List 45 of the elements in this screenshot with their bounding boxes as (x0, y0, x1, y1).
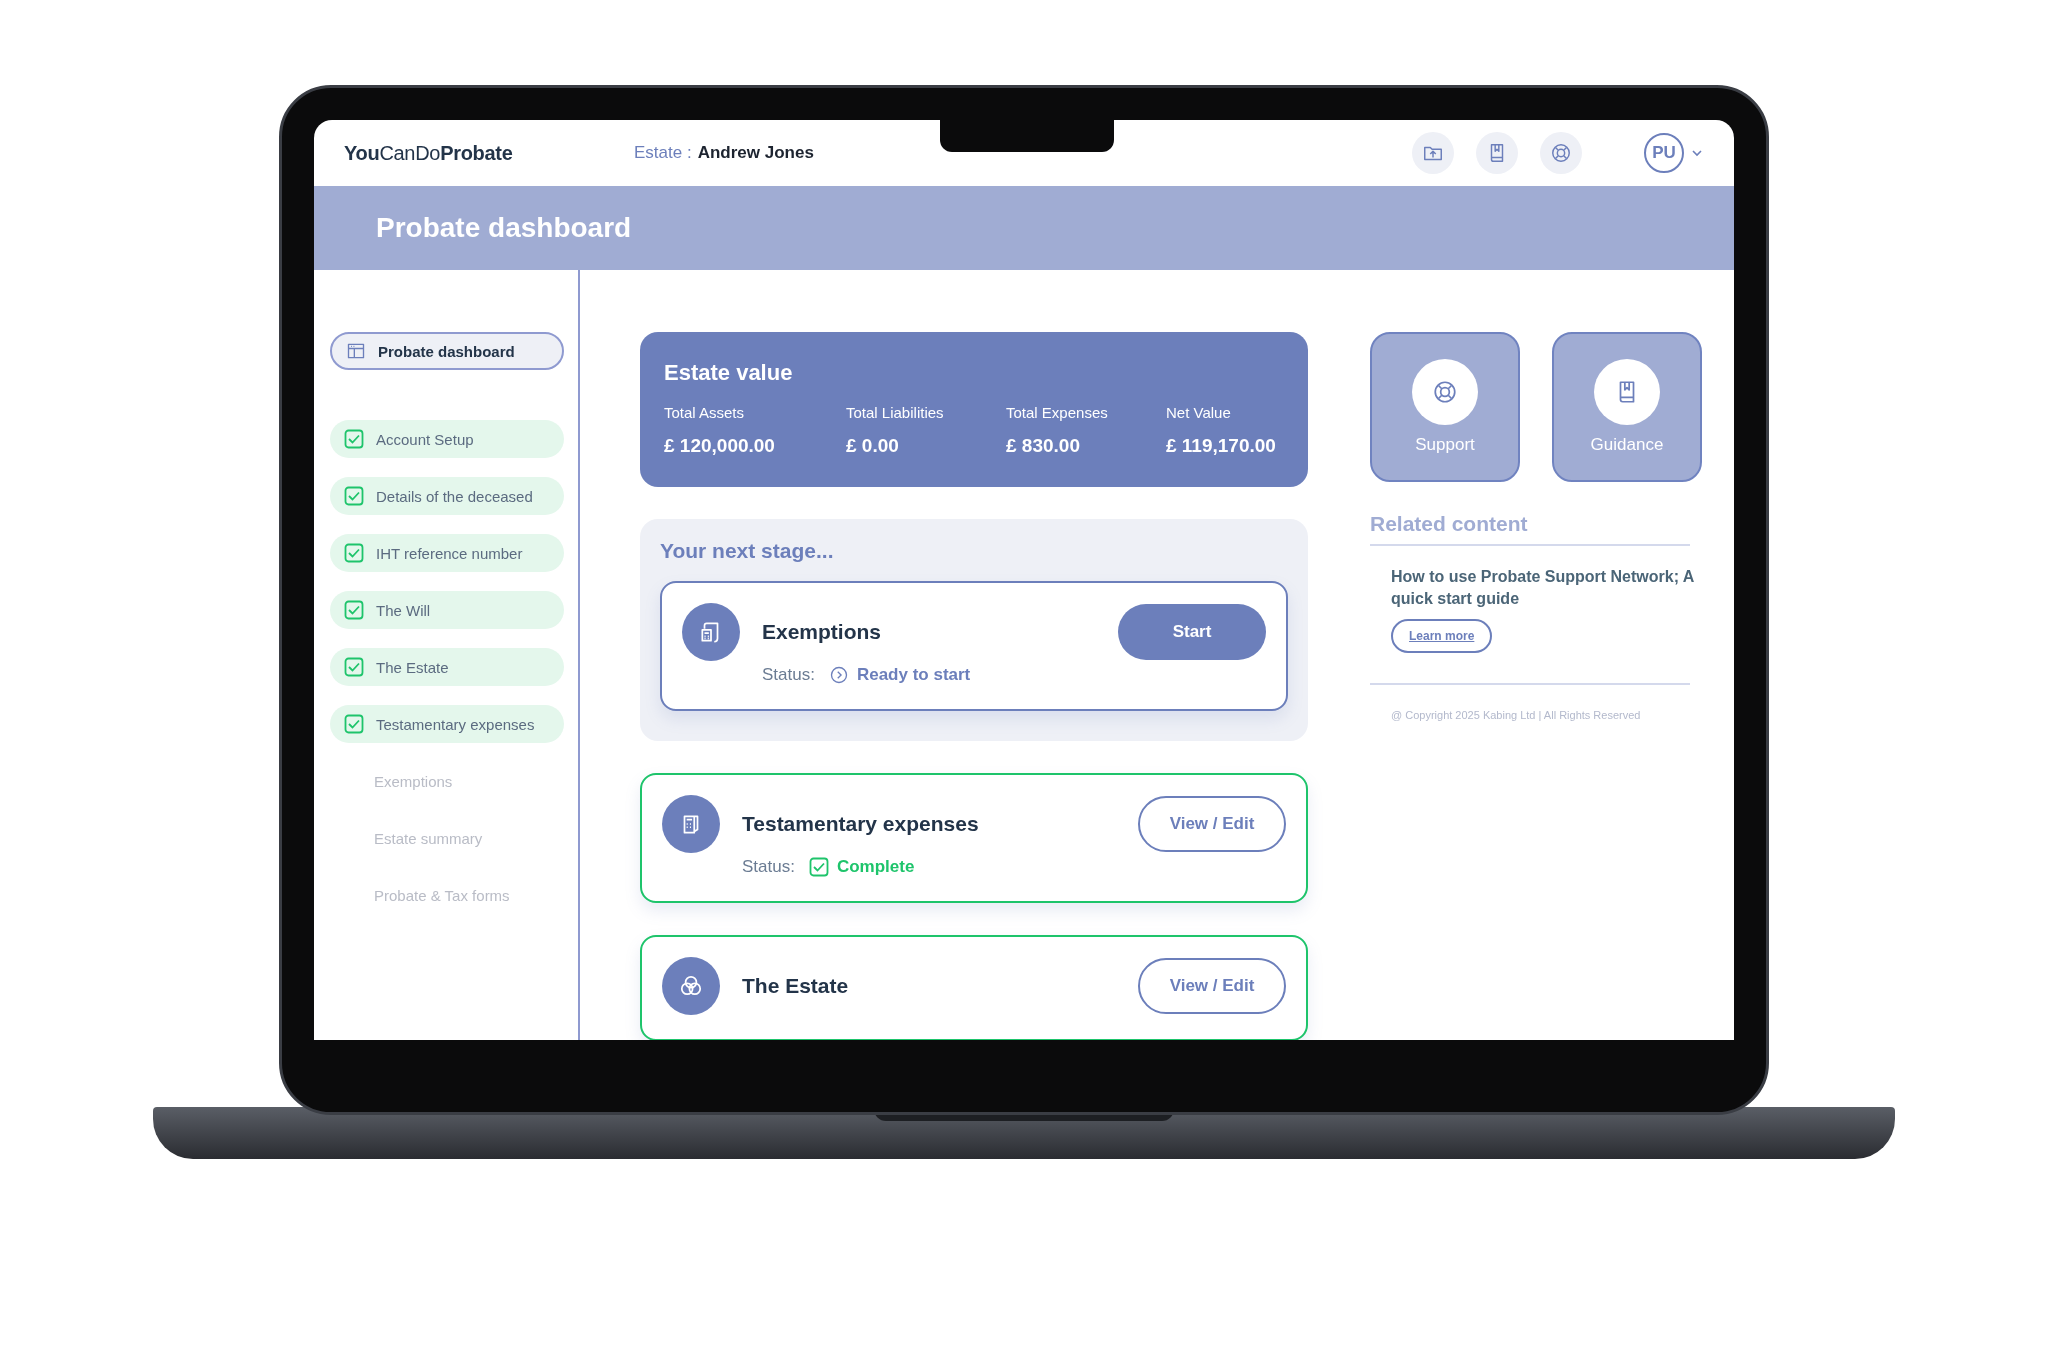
stat-label: Net Value (1166, 404, 1232, 421)
stage-action-button[interactable]: View / Edit (1138, 796, 1286, 852)
dashboard-icon (346, 341, 366, 361)
copyright-text: @ Copyright 2025 Kabing Ltd | All Rights Reserved (1391, 709, 1642, 722)
status-label: Status: (762, 665, 815, 685)
stage-title: The Estate (742, 974, 849, 998)
sidebar-item[interactable]: The Will (330, 591, 564, 629)
status-label: Status: (742, 857, 795, 877)
lifebuoy-icon (1432, 379, 1458, 405)
estate-name: Andrew Jones (697, 143, 814, 163)
stat-value: £ 119,170.00 (1166, 435, 1277, 457)
stage-action-button[interactable]: Start (1118, 604, 1266, 660)
estate-label: Estate : (634, 143, 692, 163)
shortcut-tile[interactable]: Support (1370, 332, 1520, 482)
stage-title: Testamentary expenses (742, 812, 979, 836)
user-avatar[interactable]: PU (1644, 133, 1684, 173)
sidebar-item[interactable]: Details of the deceased (330, 477, 564, 515)
panel-title: Your next stage... (660, 539, 835, 563)
stage-action-button[interactable]: View / Edit (1138, 958, 1286, 1014)
lifebuoy-icon (1550, 142, 1572, 164)
sidebar-item[interactable]: The Estate (330, 648, 564, 686)
stage-title: Exemptions (762, 620, 882, 644)
support-button[interactable] (1540, 132, 1582, 174)
guidance-button[interactable] (1476, 132, 1518, 174)
stat-label: Total Expenses (1006, 404, 1109, 421)
sidebar-item[interactable]: Account Setup (330, 420, 564, 458)
section-title: Related content (1370, 512, 1690, 546)
article-title: How to use Probate Support Network; A quick start guide (1391, 567, 1695, 609)
sidebar-item[interactable]: IHT reference number (330, 534, 564, 572)
learn-more-button[interactable]: Learn more (1391, 619, 1493, 654)
sidebar-item[interactable]: Testamentary expenses (330, 705, 564, 743)
status-value: Ready to start (856, 665, 971, 685)
logo: YouCanDoProbate (344, 141, 514, 165)
stat-value: £ 0.00 (846, 435, 900, 457)
stat-value: £ 120,000.00 (664, 435, 776, 457)
upload-button[interactable] (1412, 132, 1454, 174)
sidebar-item[interactable]: Probate dashboard (330, 332, 564, 370)
card-title: Estate value (664, 360, 794, 386)
shortcut-tile[interactable]: Guidance (1552, 332, 1702, 482)
status-value: Complete (836, 857, 915, 877)
stat-label: Total Assets (664, 404, 746, 421)
page-title: Probate dashboard (376, 212, 632, 244)
stat-label: Total Liabilities (846, 404, 945, 421)
stat-value: £ 830.00 (1006, 435, 1081, 457)
chevron-circle-icon (828, 665, 849, 685)
